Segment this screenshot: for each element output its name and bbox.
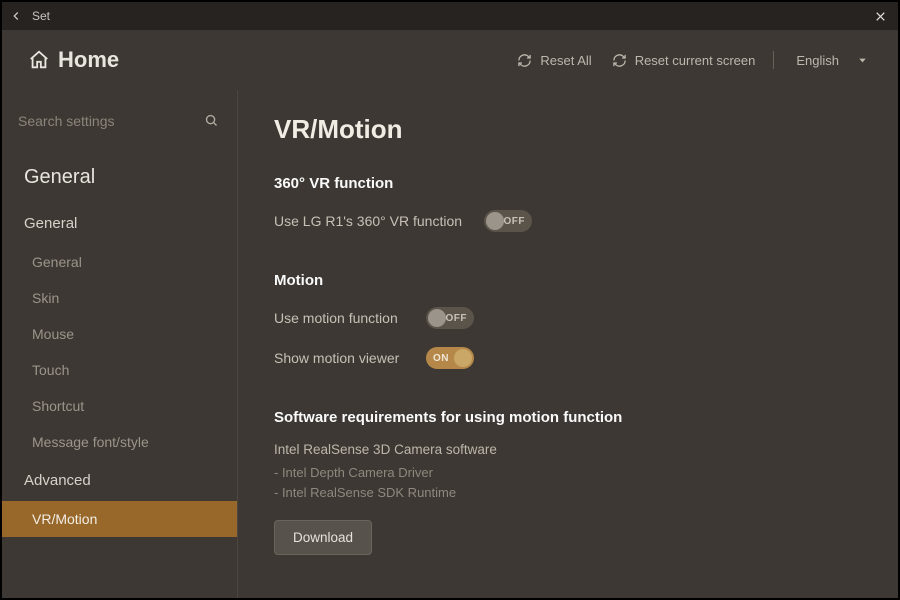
toggle-text: OFF: [504, 216, 526, 227]
titlebar: Set: [2, 2, 898, 30]
chevron-down-icon: [857, 55, 868, 66]
sidebar-item-general[interactable]: General: [2, 244, 237, 280]
close-button[interactable]: [862, 10, 898, 23]
sidebar-item-skin[interactable]: Skin: [2, 280, 237, 316]
search-box[interactable]: [18, 104, 221, 138]
window-title: Set: [30, 9, 50, 23]
search-input[interactable]: [18, 113, 201, 129]
toggle-knob: [454, 349, 472, 367]
language-dropdown[interactable]: English: [782, 47, 872, 74]
sidebar-item-vr-motion[interactable]: VR/Motion: [2, 501, 237, 537]
setting-label: Show motion viewer: [274, 350, 404, 366]
home-button[interactable]: Home: [28, 47, 119, 73]
toggle-vr-use[interactable]: OFF: [484, 210, 532, 232]
reset-current-button[interactable]: Reset current screen: [602, 47, 766, 74]
refresh-icon: [517, 53, 532, 68]
sidebar-item-mouse[interactable]: Mouse: [2, 316, 237, 352]
separator: [773, 51, 774, 69]
toggle-text: OFF: [446, 313, 468, 324]
sidebar-category-advanced[interactable]: Advanced: [2, 460, 237, 501]
setting-vr-use: Use LG R1's 360° VR function OFF: [274, 210, 862, 232]
setting-label: Use LG R1's 360° VR function: [274, 213, 462, 229]
arrow-left-icon: [9, 9, 23, 23]
page-title: VR/Motion: [274, 114, 862, 145]
section-vr-title: 360° VR function: [274, 175, 862, 192]
toggle-motion-use[interactable]: OFF: [426, 307, 474, 329]
setting-label: Use motion function: [274, 310, 404, 326]
language-label: English: [796, 53, 839, 68]
req-software: Intel RealSense 3D Camera software: [274, 442, 862, 457]
search-icon: [201, 113, 221, 128]
sidebar-item-touch[interactable]: Touch: [2, 352, 237, 388]
req-item: - Intel Depth Camera Driver: [274, 463, 862, 483]
sidebar-item-shortcut[interactable]: Shortcut: [2, 388, 237, 424]
sidebar-category-general[interactable]: General: [2, 203, 237, 244]
section-motion-title: Motion: [274, 272, 862, 289]
toggle-knob: [486, 212, 504, 230]
close-icon: [874, 10, 887, 23]
download-button[interactable]: Download: [274, 520, 372, 555]
refresh-icon: [612, 53, 627, 68]
setting-motion-use: Use motion function OFF: [274, 307, 862, 329]
sidebar-item-message-font[interactable]: Message font/style: [2, 424, 237, 460]
toggle-text: ON: [433, 353, 449, 364]
main-panel: VR/Motion 360° VR function Use LG R1's 3…: [238, 90, 898, 598]
sidebar-group-title: General: [2, 156, 237, 203]
req-item: - Intel RealSense SDK Runtime: [274, 483, 862, 503]
reset-all-button[interactable]: Reset All: [507, 47, 601, 74]
reset-all-label: Reset All: [540, 53, 591, 68]
section-req-title: Software requirements for using motion f…: [274, 409, 862, 426]
reset-current-label: Reset current screen: [635, 53, 756, 68]
toggle-motion-viewer[interactable]: ON: [426, 347, 474, 369]
header: Home Reset All Reset current screen Engl…: [2, 30, 898, 90]
home-icon: [28, 49, 50, 71]
toggle-knob: [428, 309, 446, 327]
setting-motion-viewer: Show motion viewer ON: [274, 347, 862, 369]
back-button[interactable]: [2, 9, 30, 23]
home-label: Home: [58, 47, 119, 73]
sidebar: General General General Skin Mouse Touch…: [2, 90, 238, 598]
